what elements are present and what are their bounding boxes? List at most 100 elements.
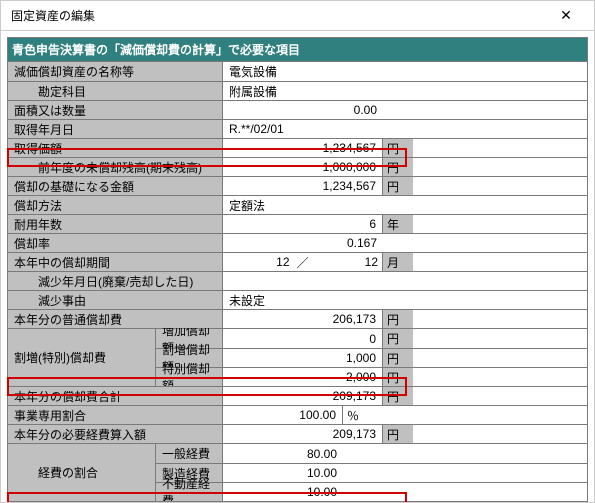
spacer (343, 464, 587, 482)
unit-yen: 円 (383, 387, 413, 405)
label-special-parent: 割増(特別)償却費 (8, 329, 156, 386)
value-period-from[interactable]: 12 (223, 253, 294, 271)
value-decrease-reason[interactable]: 未設定 (223, 291, 587, 309)
unit-year: 年 (383, 215, 413, 233)
spacer (413, 310, 587, 328)
value-ratio-mfg[interactable]: 10.00 (223, 464, 343, 482)
spacer (343, 444, 587, 463)
value-decrease-date[interactable] (223, 272, 587, 290)
row-area: 面積又は数量 0.00 (8, 100, 587, 119)
spacer (413, 158, 587, 176)
label-ratio-parent: 経費の割合 (8, 444, 156, 501)
spacer (413, 349, 587, 367)
value-acq-date[interactable]: R.**/02/01 (223, 120, 587, 138)
row-asset-name: 減価償却資産の名称等 電気設備 (8, 62, 587, 81)
section-header: 青色申告決算書の「減価償却費の計算」で必要な項目 (7, 37, 588, 62)
unit-yen: 円 (383, 310, 413, 328)
spacer (413, 139, 587, 157)
value-ratio-realestate[interactable]: 10.00 (223, 483, 343, 501)
label-asset-name: 減価償却資産の名称等 (8, 62, 223, 81)
unit-month: 月 (383, 253, 413, 271)
label-method: 償却方法 (8, 196, 223, 214)
titlebar: 固定資産の編集 ✕ (1, 1, 594, 31)
unit-percent: ％ (343, 406, 373, 424)
spacer (413, 215, 587, 233)
label-account: 勘定科目 (8, 82, 223, 100)
row-expense: 本年分の必要経費算入額 209,173 円 (8, 424, 587, 443)
label-ratio-general: 一般経費 (156, 444, 223, 463)
row-acq-date: 取得年月日 R.**/02/01 (8, 119, 587, 138)
label-normal-dep: 本年分の普通償却費 (8, 310, 223, 328)
row-normal-dep: 本年分の普通償却費 206,173 円 (8, 309, 587, 328)
unit-yen: 円 (383, 177, 413, 195)
value-asset-name[interactable]: 電気設備 (223, 62, 587, 81)
unit-yen: 円 (383, 368, 413, 386)
spacer (383, 101, 587, 119)
spacer (413, 387, 587, 405)
spacer (343, 483, 587, 501)
value-life[interactable]: 6 (223, 215, 383, 233)
value-account[interactable]: 附属設備 (223, 82, 587, 100)
value-expense[interactable]: 209,173 (223, 425, 383, 443)
row-acq-price: 取得価額 1,234,567 円 (8, 138, 587, 157)
window: 固定資産の編集 ✕ 青色申告決算書の「減価償却費の計算」で必要な項目 減価償却資… (0, 0, 595, 503)
label-life: 耐用年数 (8, 215, 223, 233)
value-prev-balance[interactable]: 1,000,000 (223, 158, 383, 176)
row-remaining: 未償却残高(期末残高) 790,827 円 (8, 501, 587, 502)
value-normal-dep[interactable]: 206,173 (223, 310, 383, 328)
label-rate: 償却率 (8, 234, 223, 252)
label-special-sp: 特別償却額 (156, 368, 223, 386)
value-rate[interactable]: 0.167 (223, 234, 383, 252)
label-prev-balance: 前年度の未償却残高(期末残高) (8, 158, 223, 176)
value-area[interactable]: 0.00 (223, 101, 383, 119)
label-expense: 本年分の必要経費算入額 (8, 425, 223, 443)
label-area: 面積又は数量 (8, 101, 223, 119)
row-account: 勘定科目 附属設備 (8, 81, 587, 100)
value-period-to[interactable]: 12 (312, 253, 383, 271)
label-period: 本年中の償却期間 (8, 253, 223, 271)
spacer (383, 234, 587, 252)
value-biz-ratio[interactable]: 100.00 (223, 406, 343, 424)
label-ratio-realestate: 不動産経費 (156, 483, 223, 501)
label-decrease-date: 減少年月日(廃棄/売却した日) (8, 272, 223, 290)
row-ratio-group: 経費の割合 一般経費 80.00 製造経費 10.00 不動産経費 10.0 (8, 443, 587, 501)
unit-yen: 円 (383, 349, 413, 367)
close-icon: ✕ (560, 7, 572, 24)
row-special-group: 割増(特別)償却費 増加償却額 0 円 割増償却額 1,000 円 (8, 328, 587, 386)
row-decrease-date: 減少年月日(廃棄/売却した日) (8, 271, 587, 290)
value-method[interactable]: 定額法 (223, 196, 587, 214)
label-basis: 償却の基礎になる金額 (8, 177, 223, 195)
value-acq-price[interactable]: 1,234,567 (223, 139, 383, 157)
row-period: 本年中の償却期間 12 ／ 12 月 (8, 252, 587, 271)
period-slash: ／ (294, 253, 312, 271)
value-special-extra[interactable]: 1,000 (223, 349, 383, 367)
label-total-dep: 本年分の償却費合計 (8, 387, 223, 405)
row-total-dep: 本年分の償却費合計 209,173 円 (8, 386, 587, 405)
content-area: 青色申告決算書の「減価償却費の計算」で必要な項目 減価償却資産の名称等 電気設備… (1, 31, 594, 502)
value-basis[interactable]: 1,234,567 (223, 177, 383, 195)
spacer (413, 329, 587, 348)
unit-yen: 円 (383, 425, 413, 443)
row-prev-balance: 前年度の未償却残高(期末残高) 1,000,000 円 (8, 157, 587, 176)
spacer (413, 253, 587, 271)
row-biz-ratio: 事業専用割合 100.00 ％ (8, 405, 587, 424)
row-decrease-reason: 減少事由 未設定 (8, 290, 587, 309)
spacer (413, 425, 587, 443)
value-total-dep[interactable]: 209,173 (223, 387, 383, 405)
row-method: 償却方法 定額法 (8, 195, 587, 214)
spacer (413, 368, 587, 386)
unit-yen: 円 (383, 329, 413, 348)
unit-yen: 円 (383, 158, 413, 176)
window-title: 固定資産の編集 (11, 7, 95, 24)
label-decrease-reason: 減少事由 (8, 291, 223, 309)
row-rate: 償却率 0.167 (8, 233, 587, 252)
value-ratio-general[interactable]: 80.00 (223, 444, 343, 463)
spacer (413, 177, 587, 195)
row-life: 耐用年数 6 年 (8, 214, 587, 233)
label-acq-date: 取得年月日 (8, 120, 223, 138)
spacer (373, 406, 587, 424)
close-button[interactable]: ✕ (546, 2, 586, 30)
value-special-sp[interactable]: 2,000 (223, 368, 383, 386)
label-biz-ratio: 事業専用割合 (8, 406, 223, 424)
value-special-inc[interactable]: 0 (223, 329, 383, 348)
